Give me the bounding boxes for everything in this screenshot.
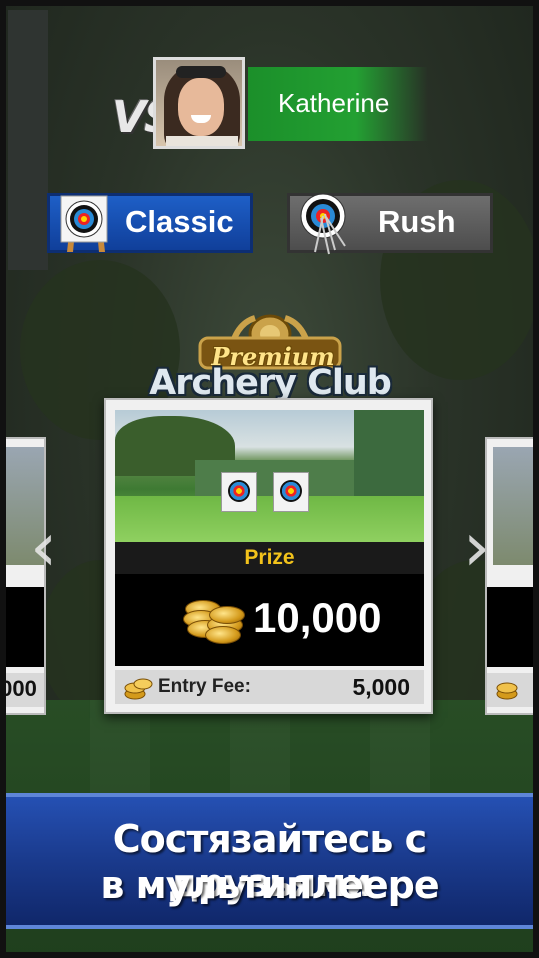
target-icon bbox=[221, 472, 257, 512]
coin bbox=[205, 626, 241, 644]
entry-fee-label: Entry Fee: bbox=[158, 676, 251, 697]
club-badge: Premium Archery Club bbox=[145, 310, 395, 410]
promo-banner: Состязайтесь с друзьями в мультиплеере bbox=[6, 793, 533, 929]
club-venue-image bbox=[115, 410, 424, 542]
prize-strip: Prize bbox=[115, 542, 424, 574]
venue-grass bbox=[115, 496, 424, 542]
target-stand-icon bbox=[60, 195, 108, 252]
classic-mode-button[interactable]: Classic bbox=[47, 193, 253, 253]
gold-coins-icon bbox=[183, 594, 245, 648]
prev-club-prize-box bbox=[0, 587, 44, 667]
field-stripe bbox=[230, 700, 290, 800]
club-title: Archery Club bbox=[149, 363, 392, 403]
avatar-sunglasses bbox=[176, 66, 226, 78]
rush-mode-button[interactable]: Rush bbox=[287, 193, 493, 255]
next-club-fee-bar bbox=[487, 673, 539, 707]
prev-club-fee-bar: ,000 bbox=[0, 673, 44, 707]
field-stripe bbox=[370, 700, 430, 800]
target-arrows-icon bbox=[300, 193, 346, 255]
entry-fee-bar: Entry Fee: 5,000 bbox=[115, 670, 424, 704]
field-stripe bbox=[90, 700, 150, 800]
opponent-avatar bbox=[153, 57, 245, 149]
avatar-face bbox=[178, 78, 224, 136]
prize-label: Prize bbox=[244, 546, 295, 569]
club-card[interactable]: Prize 10,000 Entry Fee: 5,000 bbox=[104, 398, 433, 714]
building-left bbox=[8, 10, 48, 270]
target-icon bbox=[273, 472, 309, 512]
opponent-name: Katherine bbox=[278, 88, 390, 118]
prize-box: 10,000 bbox=[115, 574, 424, 666]
venue-shelter bbox=[354, 410, 424, 500]
prize-amount: 10,000 bbox=[253, 594, 382, 641]
next-club-prize-box bbox=[487, 587, 539, 667]
banner-line-2: в мультиплеере bbox=[100, 863, 439, 907]
prev-club-fee: ,000 bbox=[0, 676, 37, 701]
chevron-left-icon[interactable]: ‹ bbox=[30, 514, 72, 582]
rush-mode-label: Rush bbox=[378, 204, 456, 239]
avatar-shirt bbox=[166, 136, 238, 146]
coin bbox=[209, 606, 245, 624]
entry-fee-amount: 5,000 bbox=[352, 674, 410, 700]
gold-coins-icon bbox=[124, 678, 153, 700]
chevron-right-icon[interactable]: › bbox=[463, 514, 505, 582]
gold-coins-icon bbox=[496, 682, 518, 700]
classic-mode-label: Classic bbox=[125, 204, 234, 239]
